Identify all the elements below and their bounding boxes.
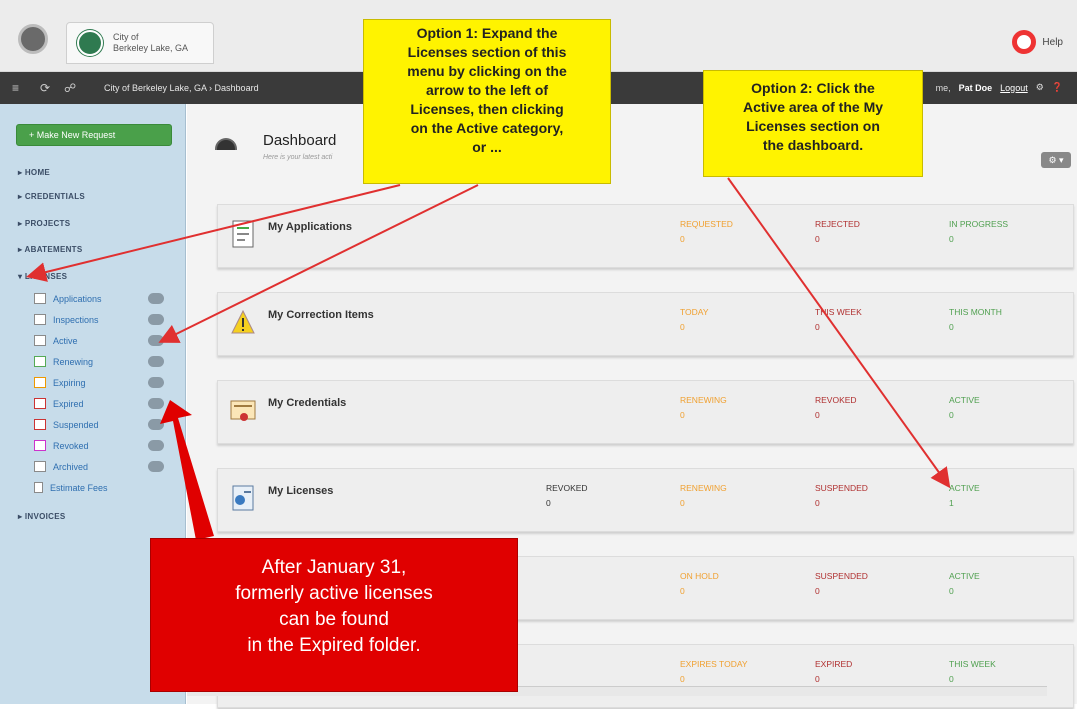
expiring-icon (34, 377, 46, 388)
sidebar-section-projects[interactable]: ▸ PROJECTS (18, 219, 70, 228)
org-name-line2: Berkeley Lake, GA (113, 43, 189, 53)
count-badge (148, 377, 164, 388)
card-my-credentials[interactable]: My Credentials RENEWING 0 REVOKED 0 ACTIVE… (217, 380, 1074, 444)
org-name-line1: City of (113, 32, 139, 42)
help-button[interactable]: Help (1012, 30, 1063, 54)
applications-icon (230, 219, 256, 249)
sidebar-item-active[interactable]: Active (34, 335, 174, 346)
expired-icon (34, 398, 46, 409)
stat-suspended[interactable]: SUSPENDED 0 (815, 481, 868, 511)
stat-this-week[interactable]: THIS WEEK 0 (815, 305, 862, 335)
card-title: My Applications (268, 221, 352, 233)
stat-active[interactable]: ACTIVE 1 (949, 481, 980, 511)
suspended-icon (34, 419, 46, 430)
callout-option-2: Option 2: Click the Active area of the M… (703, 70, 923, 177)
city-seal-icon (77, 30, 103, 56)
sidebar-section-invoices[interactable]: ▸ INVOICES (18, 512, 65, 521)
sidebar-section-credentials[interactable]: ▸ CREDENTIALS (18, 192, 85, 201)
link-icon[interactable]: ☍ (64, 81, 76, 95)
sidebar-section-abatements[interactable]: ▸ ABATEMENTS (18, 245, 83, 254)
sidebar-section-home[interactable]: ▸ HOME (18, 168, 50, 177)
sidebar-item-revoked[interactable]: Revoked (34, 440, 174, 451)
sidebar-item-archived[interactable]: Archived (34, 461, 174, 472)
card-title: My Correction Items (268, 309, 374, 321)
stat-renewing[interactable]: RENEWING 0 (680, 393, 727, 423)
stat-this-week[interactable]: THIS WEEK 0 (949, 657, 996, 687)
callout-option-1: Option 1: Expand the Licenses section of… (363, 19, 611, 184)
sidebar-item-expired[interactable]: Expired (34, 398, 174, 409)
card-my-correction-items[interactable]: My Correction Items TODAY 0 THIS WEEK 0 TH… (217, 292, 1074, 356)
dashboard-settings-button[interactable]: ⚙ ▾ (1041, 152, 1071, 168)
sidebar-item-expiring[interactable]: Expiring (34, 377, 174, 388)
count-badge (148, 314, 164, 325)
stat-expires-today[interactable]: EXPIRES TODAY 0 (680, 657, 748, 687)
app-logo-icon[interactable] (18, 24, 48, 54)
sidebar-item-inspections[interactable]: Inspections (34, 314, 174, 325)
welcome-text: me, (935, 82, 951, 93)
certificate-icon (230, 395, 256, 425)
count-badge (148, 398, 164, 409)
card-title: My Credentials (268, 397, 347, 409)
card-title: My Licenses (268, 485, 334, 497)
page-subtitle: Here is your latest acti (263, 154, 333, 161)
stat-requested[interactable]: REQUESTED 0 (680, 217, 733, 247)
sidebar-item-suspended[interactable]: Suspended (34, 419, 174, 430)
settings-gear-icon[interactable]: ⚙ (1036, 82, 1044, 93)
card-my-applications[interactable]: My Applications REQUESTED 0 REJECTED 0 IN … (217, 204, 1074, 268)
logout-link[interactable]: Logout (1000, 83, 1028, 93)
card-my-licenses[interactable]: My Licenses REVOKED 0 RENEWING 0 SUSPENDED… (217, 468, 1074, 532)
stat-today[interactable]: TODAY 0 (680, 305, 709, 335)
revoked-icon (34, 440, 46, 451)
organization-name: City of Berkeley Lake, GA (113, 32, 188, 54)
help-label: Help (1042, 36, 1063, 48)
menu-icon[interactable]: ≡ (12, 81, 19, 95)
count-badge (148, 419, 164, 430)
stat-suspended[interactable]: SUSPENDED 0 (815, 569, 868, 599)
count-badge (148, 335, 164, 346)
stat-rejected[interactable]: REJECTED 0 (815, 217, 860, 247)
stat-active[interactable]: ACTIVE 0 (949, 393, 980, 423)
warning-icon (230, 307, 256, 337)
count-badge (148, 356, 164, 367)
stat-this-month[interactable]: THIS MONTH 0 (949, 305, 1002, 335)
inspections-icon (34, 314, 46, 325)
archived-icon (34, 461, 46, 472)
user-name[interactable]: Pat Doe (959, 83, 993, 93)
stat-renewing[interactable]: RENEWING 0 (680, 481, 727, 511)
count-badge (148, 293, 164, 304)
sidebar-item-renewing[interactable]: Renewing (34, 356, 174, 367)
stat-in-progress[interactable]: IN PROGRESS 0 (949, 217, 1008, 247)
organization-tab[interactable]: City of Berkeley Lake, GA (66, 22, 214, 64)
count-badge (148, 440, 164, 451)
stat-expired[interactable]: EXPIRED 0 (815, 657, 852, 687)
sidebar-item-estimate-fees[interactable]: Estimate Fees (34, 482, 174, 493)
applications-icon (34, 293, 46, 304)
stat-active[interactable]: ACTIVE 0 (949, 569, 980, 599)
page-title: Dashboard (263, 132, 337, 149)
calculator-icon (34, 482, 43, 493)
sidebar-item-applications[interactable]: Applications (34, 293, 174, 304)
breadcrumb[interactable]: City of Berkeley Lake, GA › Dashboard (104, 83, 259, 93)
stat-revoked[interactable]: REVOKED 0 (546, 481, 588, 511)
lifebuoy-icon (1012, 30, 1037, 54)
sidebar-section-licenses[interactable]: ▾ LICENSES (18, 272, 67, 281)
license-icon (230, 483, 256, 513)
renewing-icon (34, 356, 46, 367)
help-circle-icon[interactable]: ❓ (1052, 82, 1063, 93)
stat-on-hold[interactable]: ON HOLD 0 (680, 569, 719, 599)
make-new-request-button[interactable]: + Make New Request (16, 124, 172, 146)
user-bar: me, Pat Doe Logout ⚙ ❓ (936, 82, 1063, 93)
dashboard-gauge-icon (215, 138, 237, 150)
callout-expired-note: After January 31, formerly active licens… (150, 538, 518, 692)
refresh-icon[interactable]: ⟳ (40, 81, 50, 95)
count-badge (148, 461, 164, 472)
active-icon (34, 335, 46, 346)
stat-revoked[interactable]: REVOKED 0 (815, 393, 857, 423)
